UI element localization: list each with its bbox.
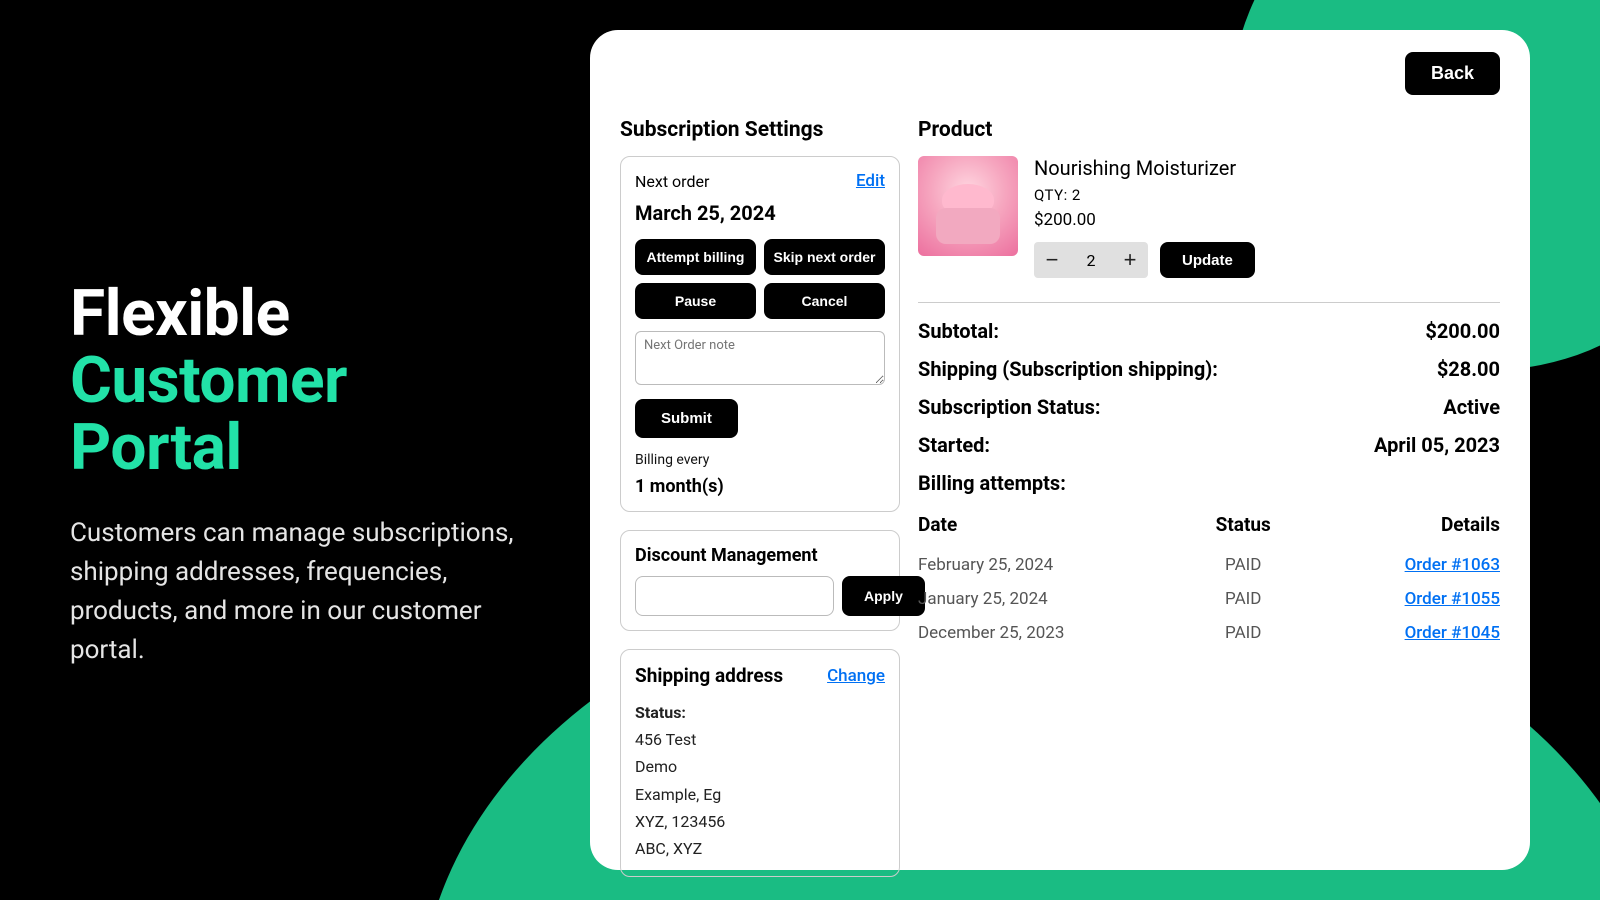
- next-order-note-input[interactable]: [635, 331, 885, 385]
- next-order-label: Next order: [635, 172, 709, 191]
- attempt-date: January 25, 2024: [918, 589, 1158, 609]
- update-quantity-button[interactable]: Update: [1160, 242, 1255, 278]
- started-label: Started:: [918, 433, 990, 457]
- billing-every-label: Billing every: [635, 452, 885, 468]
- attempt-date: December 25, 2023: [918, 623, 1158, 643]
- product-heading: Product: [918, 118, 1500, 142]
- product-name: Nourishing Moisturizer: [1034, 156, 1500, 180]
- subtotal-value: $200.00: [1425, 319, 1500, 343]
- portal-card: Back Subscription Settings Next order Ed…: [590, 30, 1530, 870]
- edit-next-order-link[interactable]: Edit: [856, 171, 885, 191]
- shipping-box: Shipping address Change Status: 456 Test…: [620, 649, 900, 877]
- shipping-line: 456 Test: [635, 726, 885, 753]
- cancel-button[interactable]: Cancel: [764, 283, 885, 319]
- attempt-billing-button[interactable]: Attempt billing: [635, 239, 756, 275]
- subscription-status-label: Subscription Status:: [918, 395, 1101, 419]
- billing-every-value: 1 month(s): [635, 476, 885, 497]
- hero-title-line2: Customer Portal: [70, 343, 347, 485]
- next-order-date: March 25, 2024: [635, 201, 885, 225]
- shipping-line: ABC, XYZ: [635, 835, 885, 862]
- started-value: April 05, 2023: [1374, 433, 1500, 457]
- submit-note-button[interactable]: Submit: [635, 399, 738, 438]
- quantity-stepper: − 2 +: [1034, 242, 1148, 278]
- attempts-col-date: Date: [918, 513, 1158, 536]
- decrement-button[interactable]: −: [1034, 242, 1070, 278]
- discount-code-input[interactable]: [635, 576, 834, 616]
- discount-box: Discount Management Apply: [620, 530, 900, 631]
- attempts-col-status: Status: [1158, 513, 1329, 536]
- product-qty-label: QTY: 2: [1034, 186, 1500, 204]
- attempt-status: PAID: [1158, 555, 1329, 575]
- attempt-row: January 25, 2024 PAID Order #1055: [918, 582, 1500, 616]
- attempt-order-link[interactable]: Order #1045: [1405, 623, 1500, 643]
- product-price: $200.00: [1034, 210, 1500, 230]
- attempt-order-link[interactable]: Order #1063: [1405, 555, 1500, 575]
- back-button[interactable]: Back: [1405, 52, 1500, 95]
- hero-title-line1: Flexible: [70, 276, 290, 351]
- shipping-cost-value: $28.00: [1437, 357, 1500, 381]
- plus-icon: +: [1124, 247, 1137, 273]
- increment-button[interactable]: +: [1112, 242, 1148, 278]
- minus-icon: −: [1046, 247, 1059, 273]
- shipping-line: XYZ, 123456: [635, 808, 885, 835]
- discount-heading: Discount Management: [635, 545, 885, 566]
- shipping-heading: Shipping address: [635, 664, 783, 687]
- subscription-settings-box: Next order Edit March 25, 2024 Attempt b…: [620, 156, 900, 512]
- quantity-value: 2: [1070, 251, 1112, 270]
- attempt-status: PAID: [1158, 623, 1329, 643]
- product-image: [918, 156, 1018, 256]
- shipping-status-label: Status:: [635, 699, 885, 726]
- attempts-table-header: Date Status Details: [918, 513, 1500, 536]
- product-row: Nourishing Moisturizer QTY: 2 $200.00 − …: [918, 156, 1500, 278]
- hero-description: Customers can manage subscriptions, ship…: [70, 514, 530, 670]
- change-shipping-link[interactable]: Change: [827, 666, 885, 686]
- shipping-cost-label: Shipping (Subscription shipping):: [918, 357, 1218, 381]
- subtotal-label: Subtotal:: [918, 319, 999, 343]
- pause-button[interactable]: Pause: [635, 283, 756, 319]
- hero-title: Flexible Customer Portal: [70, 280, 530, 482]
- attempt-row: February 25, 2024 PAID Order #1063: [918, 548, 1500, 582]
- billing-attempts-label: Billing attempts:: [918, 471, 1500, 495]
- shipping-line: Example, Eg: [635, 781, 885, 808]
- hero-section: Flexible Customer Portal Customers can m…: [70, 280, 530, 670]
- attempt-status: PAID: [1158, 589, 1329, 609]
- skip-next-order-button[interactable]: Skip next order: [764, 239, 885, 275]
- attempt-date: February 25, 2024: [918, 555, 1158, 575]
- apply-discount-button[interactable]: Apply: [842, 576, 925, 616]
- subscription-settings-heading: Subscription Settings: [620, 118, 900, 142]
- attempt-order-link[interactable]: Order #1055: [1405, 589, 1500, 609]
- shipping-line: Demo: [635, 753, 885, 780]
- subscription-status-value: Active: [1443, 395, 1500, 419]
- attempt-row: December 25, 2023 PAID Order #1045: [918, 616, 1500, 650]
- divider: [918, 302, 1500, 303]
- attempts-col-details: Details: [1329, 513, 1500, 536]
